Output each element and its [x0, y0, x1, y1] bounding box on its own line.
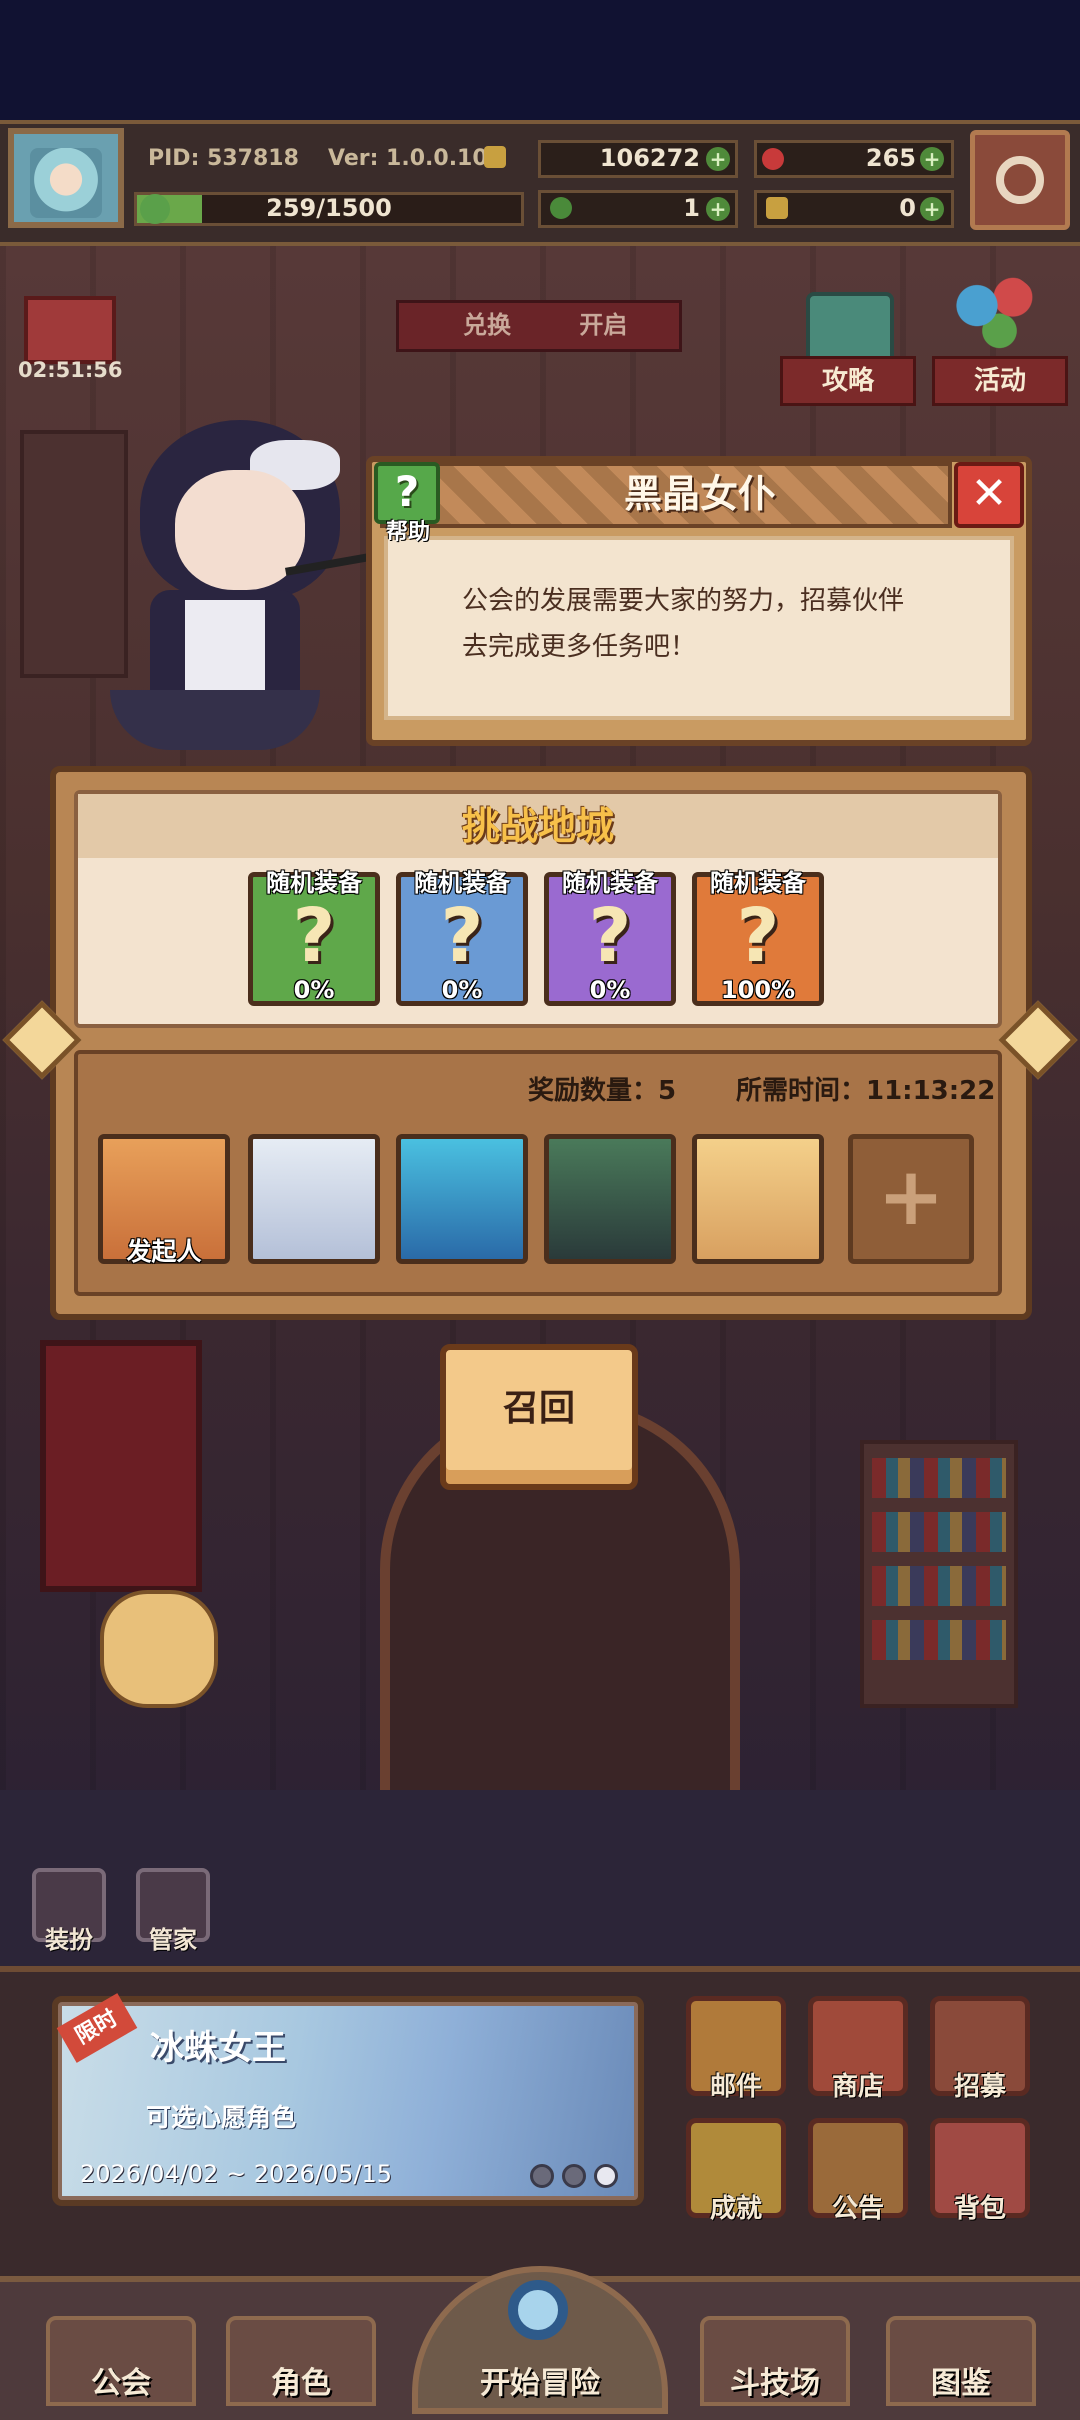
butler-label: 管家	[149, 1926, 197, 1954]
nav-codex-label[interactable]: 图鉴	[886, 2358, 1036, 2402]
reward-percent: 0%	[441, 976, 483, 1004]
exp-text: 259/1500	[266, 194, 392, 222]
dialog-title: 黑晶女仆	[623, 472, 776, 516]
achievement-label: 成就	[709, 2194, 762, 2224]
guide-button-label[interactable]: 攻略	[780, 356, 916, 406]
gift-icon[interactable]	[24, 296, 116, 364]
event-date: 2026/04/02 ~ 2026/05/15	[80, 2160, 393, 2188]
event-title: 冰蛛女王	[150, 2028, 286, 2068]
bookshelf-right	[860, 1440, 1018, 1708]
reward-count: 奖励数量：5	[528, 1076, 677, 1106]
guide-icon[interactable]	[806, 292, 894, 364]
game-version: Ver: 1.0.0.10	[328, 146, 488, 171]
nav-guild-label[interactable]: 公会	[46, 2358, 196, 2402]
question-icon: ?	[440, 893, 484, 979]
reward-percent: 0%	[589, 976, 631, 1004]
magnifier-icon	[508, 2280, 568, 2340]
key-value: 0	[899, 194, 916, 222]
question-icon: ?	[588, 893, 632, 979]
signboard-left-text: 兑换	[463, 311, 511, 339]
nav-adventure-label[interactable]: 开始冒险	[420, 2358, 660, 2402]
add-gold-button[interactable]: +	[706, 147, 730, 171]
add-clover-button[interactable]: +	[706, 197, 730, 221]
backpack-label: 背包	[953, 2194, 1006, 2224]
signboard-right-text: 开启	[579, 311, 628, 339]
gear-icon	[996, 156, 1044, 204]
time-needed: 所需时间：11:13:22	[736, 1076, 996, 1106]
avatar-portrait	[30, 148, 102, 218]
nav-character-label[interactable]: 角色	[226, 2358, 376, 2402]
carousel-dot-active[interactable]	[594, 2164, 618, 2188]
recall-label[interactable]: 召回	[440, 1344, 638, 1474]
mail-label: 邮件	[709, 2072, 762, 2102]
add-key-button[interactable]: +	[920, 197, 944, 221]
dialog-line-2: 去完成更多任务吧！	[462, 632, 697, 662]
exchange-signboard[interactable]: 兑换 开启	[396, 300, 682, 352]
bookshelf-left	[20, 430, 128, 678]
initiator-label: 发起人	[126, 1237, 202, 1266]
announcement-label: 公告	[831, 2194, 884, 2224]
coupon-icon	[484, 146, 506, 168]
key-icon	[766, 197, 788, 219]
recruit-label: 招募	[953, 2072, 1006, 2102]
carousel-dot[interactable]	[530, 2164, 554, 2188]
guild-banner	[40, 1340, 202, 1592]
balloon-icon[interactable]	[950, 272, 1040, 356]
event-subtitle: 可选心愿角色	[146, 2103, 297, 2132]
add-gem-button[interactable]: +	[920, 147, 944, 171]
shop-label: 商店	[831, 2072, 884, 2102]
reward-percent: 100%	[720, 976, 796, 1004]
close-icon: ✕	[970, 468, 1008, 519]
clover-value: 1	[683, 194, 700, 222]
dialog-line-1: 公会的发展需要大家的努力，招募伙伴	[462, 586, 905, 616]
plus-icon: +	[877, 1150, 945, 1243]
gem-value: 265	[865, 144, 916, 172]
status-bar-area	[0, 0, 1080, 120]
dungeon-title: 挑战地城	[461, 804, 614, 848]
npc-sprite[interactable]	[100, 1590, 218, 1708]
hero-slot-3[interactable]	[396, 1134, 528, 1264]
player-id: PID: 537818	[148, 146, 299, 171]
activity-button-label[interactable]: 活动	[932, 356, 1068, 406]
gift-timer: 02:51:56	[18, 358, 123, 382]
dialog-message: 公会的发展需要大家的努力，招募伙伴 去完成更多任务吧！	[462, 578, 982, 670]
reward-percent: 0%	[293, 976, 335, 1004]
question-icon: ?	[292, 893, 336, 979]
maid-skirt	[110, 690, 320, 750]
hero-slot-5[interactable]	[692, 1134, 824, 1264]
hero-slot-4[interactable]	[544, 1134, 676, 1264]
gold-value: 106272	[599, 144, 700, 172]
carousel-dot[interactable]	[562, 2164, 586, 2188]
help-label[interactable]: 帮助	[372, 514, 444, 546]
ruby-icon	[762, 148, 784, 170]
nav-arena-label[interactable]: 斗技场	[700, 2358, 850, 2402]
question-icon: ?	[736, 893, 780, 979]
dress-up-label: 装扮	[45, 1926, 93, 1954]
hero-slot-2[interactable]	[248, 1134, 380, 1264]
clover-currency-icon	[550, 197, 572, 219]
